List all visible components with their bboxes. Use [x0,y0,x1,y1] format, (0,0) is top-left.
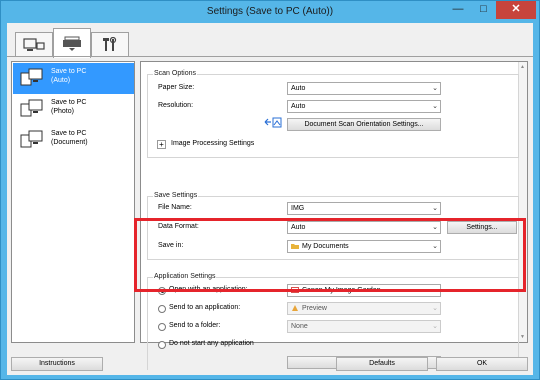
defaults-button[interactable]: Defaults [336,357,428,371]
close-button[interactable]: ✕ [496,1,536,19]
scan-options-title: Scan Options [153,69,198,79]
send-to-application-radio[interactable] [158,305,166,313]
sidebar-item-label: Save to PC (Document) [51,130,88,146]
maximize-button[interactable]: □ [471,1,496,19]
chevron-down-icon: ⌄ [432,205,438,212]
vertical-scrollbar[interactable]: ▲ ▼ [518,62,527,342]
image-processing-label: Image Processing Settings [171,140,255,147]
send-to-folder-label: Send to a folder: [169,322,221,329]
preview-icon [292,305,298,312]
chevron-down-icon: ⌄ [432,85,438,92]
chevron-down-icon: ⌄ [432,305,438,312]
minimize-button[interactable]: — [445,1,471,19]
send-to-application-label: Send to an application: [169,304,241,311]
paper-size-label: Paper Size: [158,84,195,91]
sidebar-item-save-to-pc-auto[interactable]: Save to PC (Auto) [13,63,134,94]
ok-button[interactable]: OK [436,357,528,371]
save-photo-icon [20,99,43,117]
tab-panel: Save to PC (Auto) Save to PC (Photo) Sav… [7,56,533,370]
instructions-button[interactable]: Instructions [11,357,103,371]
paper-size-value: Auto [291,85,306,92]
sidebar-item-save-to-pc-photo[interactable]: Save to PC (Photo) [13,94,134,125]
scroll-up-icon[interactable]: ▲ [520,64,525,70]
send-to-folder-select[interactable]: None ⌄ [287,320,441,333]
paper-size-select[interactable]: Auto ⌄ [287,82,441,95]
tab-scan-from-computer[interactable] [15,32,53,57]
client-area: Save to PC (Auto) Save to PC (Photo) Sav… [7,23,533,375]
sidebar-item-save-to-pc-document[interactable]: Save to PC (Document) [13,125,134,156]
save-settings-title: Save Settings [153,191,199,201]
document-scan-orientation-button[interactable]: Document Scan Orientation Settings... [287,118,441,131]
orientation-icon [264,117,282,128]
do-not-start-app-label: Do not start any application [169,340,254,347]
tab-scan-from-panel[interactable] [53,28,91,58]
file-name-label: File Name: [158,204,192,211]
scan-type-list: Save to PC (Auto) Save to PC (Photo) Sav… [11,61,135,343]
scroll-down-icon[interactable]: ▼ [520,334,525,340]
settings-window: Settings (Save to PC (Auto)) — □ ✕ Save … [0,0,540,380]
resolution-value: Auto [291,103,306,110]
expand-icon[interactable]: + [157,140,166,149]
do-not-start-app-radio[interactable] [158,341,166,349]
sidebar-item-label: Save to PC (Photo) [51,99,87,115]
chevron-down-icon: ⌄ [432,323,438,330]
tools-icon [103,37,117,51]
scan-options-group: Scan Options Paper Size: Auto ⌄ Resolutio… [147,69,519,158]
save-document-icon [20,130,43,148]
send-to-application-value: Preview [302,305,327,312]
send-to-folder-value: None [291,323,308,330]
save-settings-highlight [134,218,526,292]
sidebar-item-label: Save to PC (Auto) [51,68,87,84]
save-to-pc-icon [20,68,43,86]
scanner-icon [63,36,81,51]
file-name-value: IMG [291,205,305,212]
file-name-select[interactable]: IMG ⌄ [287,202,441,215]
scanner-pc-icon [23,38,45,51]
settings-content: ▲ ▼ Scan Options Paper Size: Auto ⌄ Resol… [140,61,528,370]
send-to-folder-radio[interactable] [158,323,166,331]
tab-strip [7,23,533,58]
chevron-down-icon: ⌄ [432,103,438,110]
tab-general-settings[interactable] [91,32,129,57]
send-to-application-select[interactable]: Preview ⌄ [287,302,441,315]
resolution-select[interactable]: Auto ⌄ [287,100,441,113]
resolution-label: Resolution: [158,102,194,109]
